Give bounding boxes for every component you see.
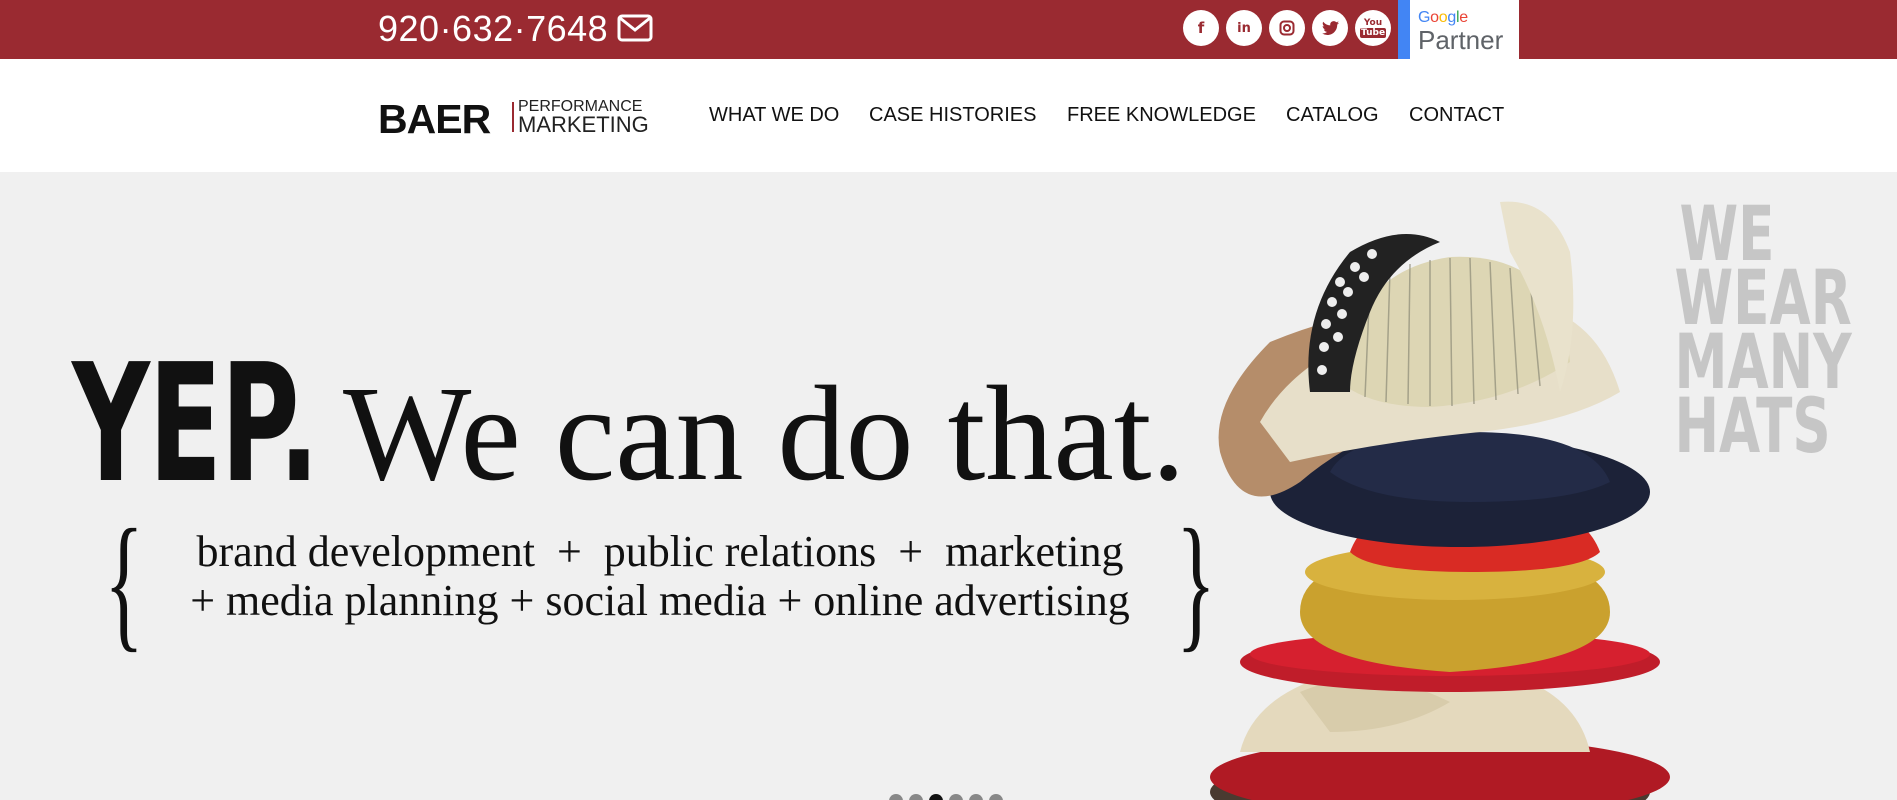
facebook-icon[interactable]: f xyxy=(1183,10,1219,46)
slider-dot[interactable] xyxy=(969,794,983,800)
slider-dot[interactable] xyxy=(989,794,1003,800)
main-navbar: BAER PERFORMANCE MARKETING WHAT WE DO CA… xyxy=(0,59,1897,172)
we-wear-many-hats: WE WEAR MANY HATS xyxy=(1674,196,1852,470)
phone-number[interactable]: 920·632·7648 xyxy=(378,8,608,50)
hats-stack-image xyxy=(1210,201,1670,800)
partner-label: Partner xyxy=(1418,25,1504,55)
brace-open: { xyxy=(104,499,144,665)
services-line-1: brand development + public relations + m… xyxy=(196,527,1124,576)
nav-contact[interactable]: CONTACT xyxy=(1409,104,1504,127)
top-bar: 920·632·7648 f in You Tube Google Partner xyxy=(0,0,1897,59)
nav-catalog[interactable]: CATALOG xyxy=(1286,104,1379,127)
baer-logo[interactable]: BAER PERFORMANCE MARKETING xyxy=(378,96,649,142)
slider-dots xyxy=(889,794,1003,800)
nav-case-histories[interactable]: CASE HISTORIES xyxy=(869,104,1036,127)
logo-divider xyxy=(512,102,514,132)
google-partner-badge[interactable]: Google Partner xyxy=(1398,0,1519,59)
slider-dot-active[interactable] xyxy=(929,794,943,800)
hats-line-4: HATS xyxy=(1674,381,1831,470)
linkedin-icon[interactable]: in xyxy=(1226,10,1262,46)
mail-icon[interactable] xyxy=(617,14,653,42)
nav-free-knowledge[interactable]: FREE KNOWLEDGE xyxy=(1067,104,1256,127)
slider-dot[interactable] xyxy=(889,794,903,800)
logo-line2: MARKETING xyxy=(518,112,649,137)
nav-what-we-do[interactable]: WHAT WE DO xyxy=(709,104,839,127)
services-line-2: + media planning + social media + online… xyxy=(190,576,1130,625)
youtube-icon[interactable]: You Tube xyxy=(1355,10,1391,46)
twitter-icon[interactable] xyxy=(1312,10,1348,46)
logo-main: BAER xyxy=(378,96,491,142)
slider-dot[interactable] xyxy=(949,794,963,800)
instagram-icon[interactable] xyxy=(1269,10,1305,46)
slider-dot[interactable] xyxy=(909,794,923,800)
hero-slider: YEP. We can do that. { brand development… xyxy=(0,172,1897,800)
hero-yep: YEP. xyxy=(72,330,319,519)
services-list: brand development + public relations + m… xyxy=(150,527,1170,625)
hero-tagline: We can do that. xyxy=(343,359,1186,509)
